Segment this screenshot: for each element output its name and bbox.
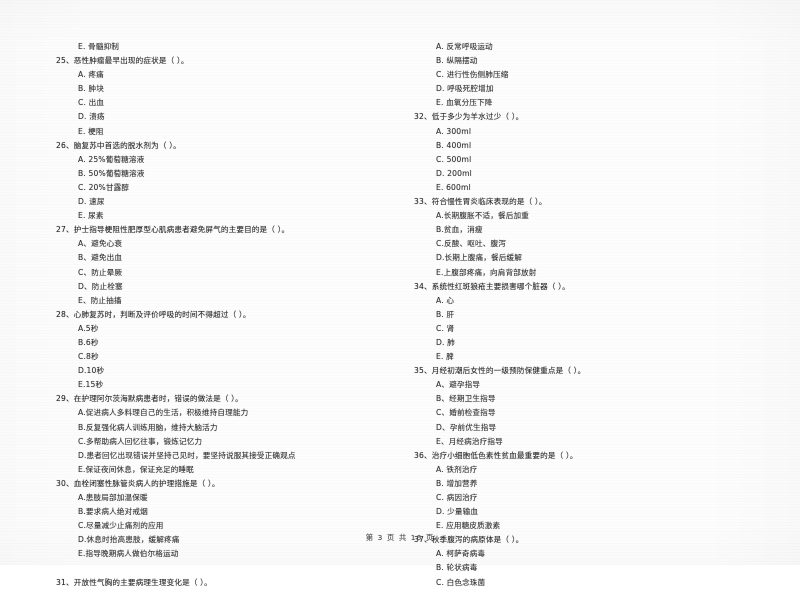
- right-column-option-line: C.反酸、呕吐、腹泻: [436, 239, 506, 249]
- right-column-option-line: D.长期上腹痛，餐后缓解: [436, 253, 522, 263]
- right-column-option-line: B. 纵隔摆动: [436, 56, 478, 66]
- left-column-option-line: D、防止栓塞: [78, 281, 123, 291]
- right-column-option-line: C. 肾: [436, 323, 455, 333]
- right-column-option-line: B. 肝: [436, 309, 455, 319]
- left-column-option-line: B. 50%葡萄糖溶液: [78, 168, 145, 178]
- right-column-option-line: C. 白色念珠菌: [436, 577, 486, 587]
- right-column-option-line: A. 反常呼吸运动: [436, 42, 493, 51]
- left-column-option-line: C、防止晕厥: [78, 267, 123, 277]
- right-column-question-line: 36、治疗小细胞低色素性贫血最重要的是（ ）。: [414, 450, 578, 460]
- left-column-option-line: E.15秒: [78, 380, 104, 390]
- left-column-option-line: D.10秒: [78, 366, 105, 376]
- left-column-option-line: C. 出血: [78, 98, 105, 108]
- right-column-option-line: B.贫血，消瘦: [436, 225, 483, 235]
- left-column-option-line: E.指导晚期病人做伯尔格运动: [78, 549, 179, 559]
- right-column-option-line: D. 肺: [436, 337, 455, 347]
- left-column-question-line: 28、心肺复苏时，判断及评价呼吸的时间不得超过（ ）。: [56, 309, 251, 319]
- left-column-spacer: [56, 561, 386, 575]
- right-column-option-line: B. 400ml: [436, 140, 472, 150]
- left-column-question-line: 30、血栓闭塞性脉管炎病人的护理措施是（ ）。: [56, 478, 220, 488]
- right-column-question-line: 35、月经初潮后女性的一级预防保健重点是（ ）。: [414, 366, 586, 376]
- two-column-body: E. 骨髓抑制 25、恶性肿瘤最早出现的症状是（ ）。 A. 疼痛 B. 肿块 C. 出…: [0, 0, 800, 587]
- left-column-option-line: E. 梗阻: [78, 126, 104, 136]
- right-column-question-line: 34、系统性红斑狼疮主要损害哪个脏器（ ）。: [414, 281, 570, 291]
- left-column-option-line: D. 溃疡: [78, 112, 105, 122]
- page-footer: 第 3 页 共 16 页: [365, 533, 435, 542]
- right-column-option-line: D. 少量输血: [436, 507, 479, 517]
- right-column-option-line: A.长期腹胀不适，餐后加重: [436, 211, 529, 221]
- left-column-option-line: C.多帮助病人回忆往事，锻炼记忆力: [78, 436, 203, 446]
- right-column-option-line: B. 轮状病毒: [436, 563, 478, 573]
- left-column-option-line: A、避免心衰: [78, 239, 123, 249]
- right-column-option-line: C、婚前检查指导: [436, 408, 496, 418]
- left-column-option-line: A. 疼痛: [78, 70, 104, 80]
- left-column-option-line: A.5秒: [78, 323, 99, 333]
- right-column-option-line: D. 呼吸死腔增加: [436, 84, 494, 94]
- right-column-option-line: E. 血氧分压下降: [436, 98, 493, 108]
- question-column-left: E. 骨髓抑制 25、恶性肿瘤最早出现的症状是（ ）。 A. 疼痛 B. 肿块 C. 出…: [0, 0, 400, 587]
- right-column-option-line: A. 心: [436, 295, 455, 305]
- right-column-option-line: A. 铁剂治疗: [436, 464, 478, 474]
- right-column-option-line: A. 柯萨奇病毒: [436, 549, 486, 559]
- left-column-option-line: D. 速尿: [78, 197, 105, 207]
- left-column-question-line: 26、脑复苏中首选的脱水剂为（ ）。: [56, 140, 181, 150]
- left-column-question-line: 29、在护理阿尔茨海默病患者时，错误的做法是（ ）。: [56, 394, 243, 404]
- right-column-option-line: B. 增加营养: [436, 478, 478, 488]
- right-column-option-line: E.上腹部疼痛，向肩背部放射: [436, 267, 537, 277]
- left-column-option-line: A.患肢局部加温保暖: [78, 493, 148, 502]
- left-column-question-line: 25、恶性肿瘤最早出现的症状是（ ）。: [56, 56, 189, 66]
- left-column-option-line: C.8秒: [78, 352, 99, 362]
- right-column-option-line: C. 500ml: [436, 154, 472, 164]
- left-column-option-line: B、避免出血: [78, 253, 123, 263]
- scanned-page: E. 骨髓抑制 25、恶性肿瘤最早出现的症状是（ ）。 A. 疼痛 B. 肿块 C. 出…: [0, 0, 800, 587]
- left-column-option-line: E. 骨髓抑制: [78, 42, 120, 51]
- right-column-option-line: C. 病因治疗: [436, 493, 478, 502]
- left-column-question-line: 31、开放性气胸的主要病理生理变化是（ ）。: [56, 577, 212, 587]
- right-column-option-line: E. 脾: [436, 352, 454, 362]
- question-column-right: A. 反常呼吸运动 B. 纵隔摆动 C. 进行性伤侧肺压缩 D. 呼吸死腔增加 E. 血…: [400, 0, 800, 587]
- right-column-option-line: B、经期卫生指导: [436, 394, 496, 404]
- right-column-option-line: E、月经病治疗指导: [436, 436, 503, 446]
- left-column-option-line: B.要求病人绝对戒烟: [78, 507, 148, 517]
- left-column-option-line: E、防止抽搐: [78, 295, 122, 305]
- left-column-option-line: B.反复强化病人训练用脑，维持大脑活力: [78, 422, 218, 432]
- right-column-option-line: D、孕前优生指导: [436, 422, 497, 432]
- right-column-question-line: 32、低于多少为羊水过少（ ）。: [414, 112, 524, 122]
- left-column-option-line: E.保证夜间休息，保证充足的睡眠: [78, 464, 194, 474]
- left-column-option-line: D.患者回忆出现错误并坚持己见时，要坚持说服其接受正确观点: [78, 450, 296, 460]
- left-column-question-line: 27、护士指导梗阻性肥厚型心肌病患者避免屏气的主要目的是（ ）。: [56, 225, 290, 235]
- right-column-option-line: A. 300ml: [436, 126, 472, 136]
- left-column-option-line: A. 25%葡萄糖溶液: [78, 154, 145, 164]
- left-column-option-line: C. 20%甘露醇: [78, 182, 130, 192]
- left-column-option-line: B. 肿块: [78, 84, 104, 94]
- left-column-option-line: B.6秒: [78, 337, 99, 347]
- right-column-question-line: 33、符合慢性胃炎临床表现的是（ ）。: [414, 197, 547, 207]
- right-column-option-line: D. 200ml: [436, 168, 472, 178]
- left-column-option-line: A.促进病人多料理自己的生活，积极维持自理能力: [78, 408, 249, 418]
- right-column-option-line: A、避孕指导: [436, 380, 481, 390]
- right-column-option-line: E. 600ml: [436, 182, 471, 192]
- left-column-option-line: E. 尿素: [78, 211, 104, 221]
- right-column-option-line: C. 进行性伤侧肺压缩: [436, 70, 509, 80]
